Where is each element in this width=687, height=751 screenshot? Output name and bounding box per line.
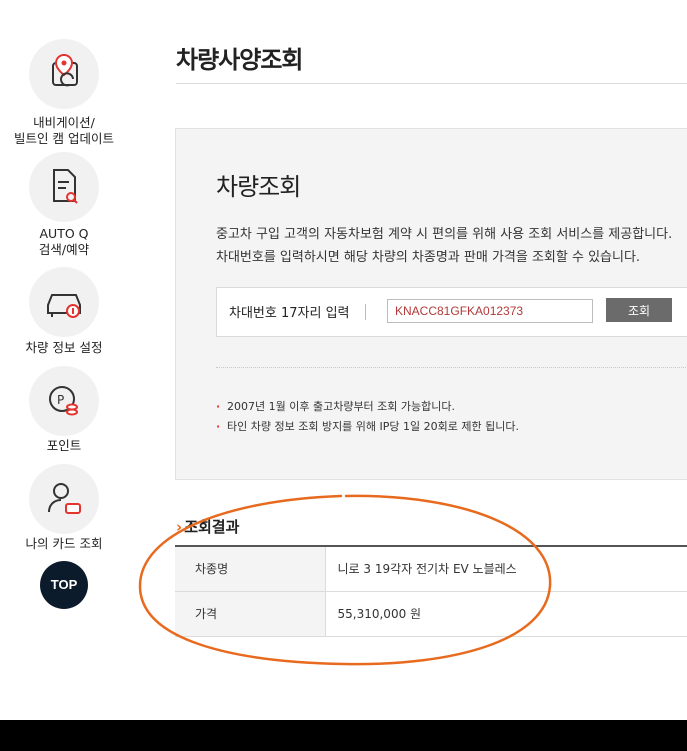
car-info-icon [29, 267, 99, 337]
chevron-right-icon: › [176, 518, 183, 536]
divider [365, 304, 366, 320]
point-coin-icon: P [29, 366, 99, 436]
vin-input-box: 차대번호 17자리 입력 조회 [216, 287, 687, 337]
result-table: 차종명 니로 3 19각자 전기차 EV 노블레스 가격 55,310,000 … [175, 545, 687, 637]
table-row: 차종명 니로 3 19각자 전기차 EV 노블레스 [175, 546, 687, 592]
notes-list: · 2007년 1월 이후 출고차량부터 조회 가능합니다. · 타인 차량 정보 … [216, 397, 519, 437]
search-button[interactable]: 조회 [606, 298, 672, 322]
sidebar-item-label: 내비게이션/ 빌트인 캠 업데이트 [14, 115, 114, 146]
panel-title: 차량조회 [216, 173, 301, 201]
list-item: · 타인 차량 정보 조회 방지를 위해 IP당 1일 20회로 제한 됩니다. [216, 420, 519, 433]
sidebar-item-label: 포인트 [46, 438, 82, 453]
vehicle-search-panel: 차량조회 중고차 구입 고객의 자동차보험 계약 시 편의를 위해 사용 조회 … [175, 128, 687, 480]
user-card-icon [29, 464, 99, 534]
divider [216, 367, 687, 368]
sidebar-item-points[interactable]: P 포인트 [0, 366, 128, 461]
table-row: 가격 55,310,000 원 [175, 591, 687, 637]
sidebar-item-label: AUTO Q 검색/예약 [38, 226, 90, 257]
document-search-icon [29, 152, 99, 222]
sidebar-item-navigation-update[interactable]: 내비게이션/ 빌트인 캠 업데이트 [0, 39, 128, 149]
table-header-cell: 가격 [175, 591, 326, 637]
result-heading: › 조회결과 [176, 518, 240, 536]
sidebar-item-label: 나의 카드 조회 [25, 536, 103, 551]
sidebar-item-auto-q[interactable]: AUTO Q 검색/예약 [0, 152, 128, 262]
sidebar-item-my-card[interactable]: 나의 카드 조회 [0, 464, 128, 559]
footer-bar [0, 720, 687, 751]
panel-description: 중고차 구입 고객의 자동차보험 계약 시 편의를 위해 사용 조회 서비스를 … [216, 227, 673, 265]
vin-input[interactable] [387, 299, 593, 323]
divider [176, 83, 687, 84]
sidebar-item-vehicle-settings[interactable]: 차량 정보 설정 [0, 267, 128, 362]
list-item: · 2007년 1월 이후 출고차량부터 조회 가능합니다. [216, 400, 456, 413]
sidebar: 내비게이션/ 빌트인 캠 업데이트 AUTO Q 검색/예약 차량 정보 설정 … [0, 0, 128, 720]
map-pin-icon [29, 39, 99, 109]
table-header-cell: 차종명 [175, 546, 326, 592]
table-cell: 55,310,000 원 [325, 591, 687, 637]
table-cell: 니로 3 19각자 전기차 EV 노블레스 [325, 546, 687, 592]
scroll-top-button[interactable]: TOP [40, 561, 88, 609]
svg-text:P: P [57, 393, 64, 407]
page-title: 차량사양조회 [176, 46, 303, 74]
vin-input-label: 차대번호 17자리 입력 [229, 306, 350, 321]
sidebar-item-label: 차량 정보 설정 [25, 340, 103, 355]
